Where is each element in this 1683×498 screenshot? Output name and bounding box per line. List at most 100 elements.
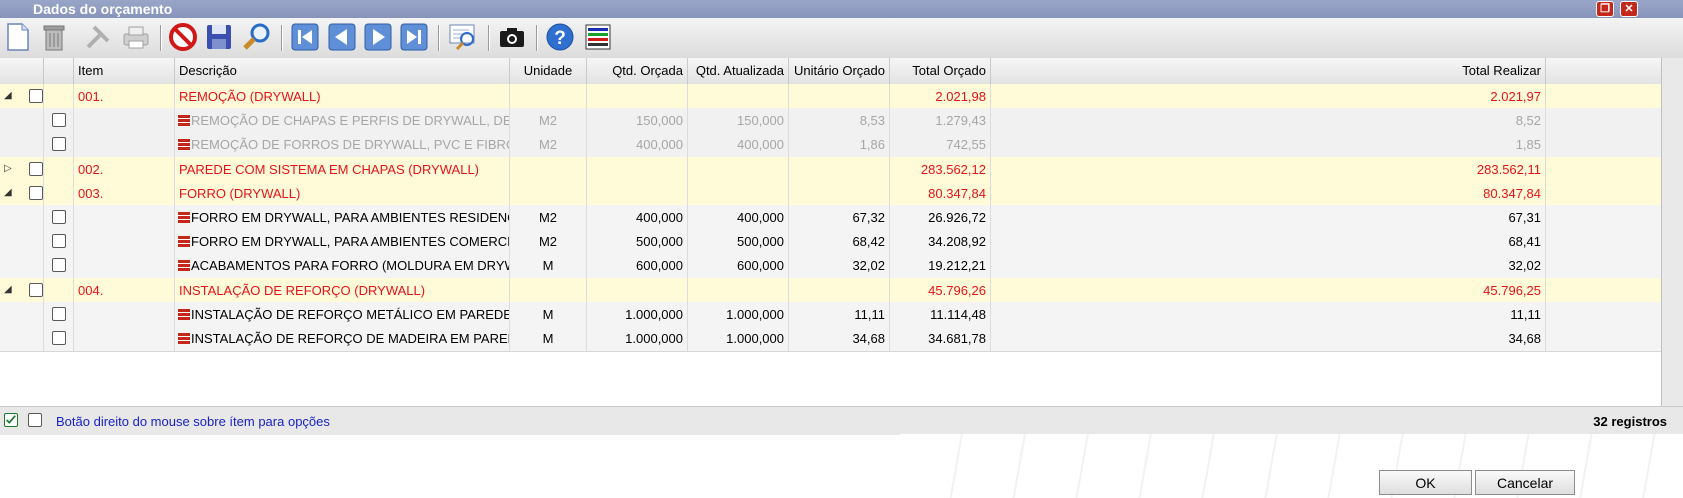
cell-descricao: REMOÇÃO DE FORROS DE DRYWALL, PVC E FIBR… [175, 132, 510, 158]
search-icon[interactable] [241, 21, 273, 53]
cell-total-realizar: 68,41 [991, 229, 1546, 255]
help-icon[interactable]: ? [544, 21, 576, 53]
row-checkbox[interactable] [52, 113, 66, 128]
previous-record-icon[interactable] [326, 21, 358, 53]
tools-icon[interactable] [82, 21, 114, 53]
first-record-icon[interactable] [289, 21, 321, 53]
select-all-checkbox[interactable] [4, 413, 18, 427]
cell-total-orcado: 34.681,78 [890, 326, 991, 351]
cell-unidade [510, 84, 587, 109]
cell-total-realizar: 80.347,84 [991, 180, 1546, 206]
cell-descricao: FORRO EM DRYWALL, PARA AMBIENTES COMERCI… [175, 229, 510, 255]
new-document-icon[interactable] [2, 21, 34, 53]
cell-total-realizar: 1,85 [991, 132, 1546, 158]
toolbar-separator [160, 25, 162, 51]
row-filler [1546, 205, 1661, 230]
save-icon[interactable] [203, 21, 235, 53]
group-row[interactable]: ◢ 004. INSTALAÇÃO DE REFORÇO (DRYWALL) 45.7… [0, 277, 1661, 304]
header-unitario-orcado[interactable]: Unitário Orçado [789, 58, 890, 84]
collapse-icon[interactable]: ◢ [4, 284, 14, 296]
cell-unitario: 67,32 [789, 205, 890, 230]
row-expander-cell [0, 253, 44, 279]
budget-grid: Item Descrição Unidade Qtd. Orçada Qtd. … [0, 58, 1661, 406]
row-checkbox[interactable] [29, 161, 43, 176]
brick-icon [178, 260, 190, 272]
collapse-icon[interactable]: ◢ [4, 187, 14, 199]
last-record-icon[interactable] [398, 21, 430, 53]
cell-qtd-orcada [587, 180, 688, 206]
cell-qtd-orcada: 600,000 [587, 253, 688, 279]
title-bar: Dados do orçamento ❐ ✕ [0, 0, 1683, 18]
table-row[interactable]: ACABAMENTOS PARA FORRO (MOLDURA EM DRYWA… [0, 253, 1661, 280]
table-row[interactable]: FORRO EM DRYWALL, PARA AMBIENTES COMERCI… [0, 229, 1661, 256]
brick-icon [178, 333, 190, 344]
cancel-button[interactable]: Cancelar [1475, 470, 1575, 495]
vertical-scrollbar[interactable] [1661, 58, 1683, 406]
restore-icon[interactable]: ❐ [1596, 1, 1614, 17]
row-select-cell [44, 156, 74, 182]
row-checkbox[interactable] [52, 137, 66, 152]
table-row[interactable]: INSTALAÇÃO DE REFORÇO METÁLICO EM PAREDE… [0, 301, 1661, 328]
group-row[interactable]: ▷ 002. PAREDE COM SISTEMA EM CHAPAS (DRYWA… [0, 156, 1661, 183]
cell-qtd-atualizada [688, 84, 789, 109]
table-row[interactable]: FORRO EM DRYWALL, PARA AMBIENTES RESIDEN… [0, 205, 1661, 231]
cell-total-realizar: 34,68 [991, 326, 1546, 351]
row-checkbox[interactable] [52, 306, 66, 321]
header-qtd-atualizada[interactable]: Qtd. Atualizada [688, 58, 789, 84]
brick-icon [178, 139, 190, 151]
cell-item [74, 301, 175, 327]
row-expander-cell: ▷ [0, 156, 44, 182]
trash-icon[interactable] [38, 21, 70, 53]
printer-icon[interactable] [120, 21, 152, 53]
cell-unitario [789, 277, 890, 303]
table-row[interactable]: REMOÇÃO DE FORROS DE DRYWALL, PVC E FIBR… [0, 132, 1661, 159]
zoom-view-icon[interactable] [447, 21, 479, 53]
header-descricao[interactable]: Descrição [175, 58, 510, 84]
row-checkbox[interactable] [29, 185, 43, 200]
cell-unidade: M [510, 301, 587, 327]
row-checkbox[interactable] [29, 282, 43, 297]
header-total-realizar[interactable]: Total Realizar [991, 58, 1546, 84]
cell-total-orcado: 45.796,26 [890, 277, 991, 303]
header-item[interactable]: Item [74, 58, 175, 84]
cell-total-realizar: 11,11 [991, 301, 1546, 327]
collapse-icon[interactable]: ◢ [4, 90, 14, 102]
camera-icon[interactable] [496, 21, 528, 53]
expand-icon[interactable]: ▷ [4, 163, 14, 175]
row-filler [1546, 132, 1661, 157]
toolbar-separator [281, 25, 283, 51]
layers-icon[interactable] [582, 21, 614, 53]
cell-unidade [510, 156, 587, 182]
cancel-icon[interactable] [167, 21, 199, 53]
cell-total-realizar: 2.021,97 [991, 84, 1546, 109]
close-icon[interactable]: ✕ [1620, 1, 1638, 17]
row-checkbox[interactable] [52, 331, 66, 345]
cell-qtd-orcada [587, 156, 688, 182]
cell-unidade: M2 [510, 229, 587, 255]
ok-button[interactable]: OK [1379, 470, 1472, 495]
row-filler [1546, 181, 1661, 206]
next-record-icon[interactable] [362, 21, 394, 53]
row-checkbox[interactable] [29, 89, 43, 103]
header-total-orcado[interactable]: Total Orçado [890, 58, 991, 84]
table-row[interactable]: REMOÇÃO DE CHAPAS E PERFIS DE DRYWALL, D… [0, 108, 1661, 135]
row-expander-cell [0, 326, 44, 351]
cell-descricao: FORRO EM DRYWALL, PARA AMBIENTES RESIDEN… [175, 205, 510, 230]
cell-qtd-orcada: 400,000 [587, 132, 688, 158]
group-row[interactable]: ◢ 001. REMOÇÃO (DRYWALL) 2.021,98 2.021,97 [0, 84, 1661, 110]
row-filler [1546, 326, 1661, 351]
header-qtd-orcada[interactable]: Qtd. Orçada [587, 58, 688, 84]
deselect-all-checkbox[interactable] [28, 413, 42, 427]
cell-unidade: M2 [510, 108, 587, 134]
toolbar-separator [488, 25, 490, 51]
header-unidade[interactable]: Unidade [510, 58, 587, 84]
table-row[interactable]: INSTALAÇÃO DE REFORÇO DE MADEIRA EM PARE… [0, 326, 1661, 352]
group-row[interactable]: ◢ 003. FORRO (DRYWALL) 80.347,84 80.347,84 [0, 180, 1661, 207]
row-checkbox[interactable] [52, 234, 66, 249]
cell-descricao: INSTALAÇÃO DE REFORÇO (DRYWALL) [175, 277, 510, 303]
row-checkbox[interactable] [52, 258, 66, 273]
cell-qtd-atualizada: 600,000 [688, 253, 789, 279]
cell-total-orcado: 26.926,72 [890, 205, 991, 230]
row-checkbox[interactable] [52, 210, 66, 224]
row-select-cell [44, 326, 74, 351]
